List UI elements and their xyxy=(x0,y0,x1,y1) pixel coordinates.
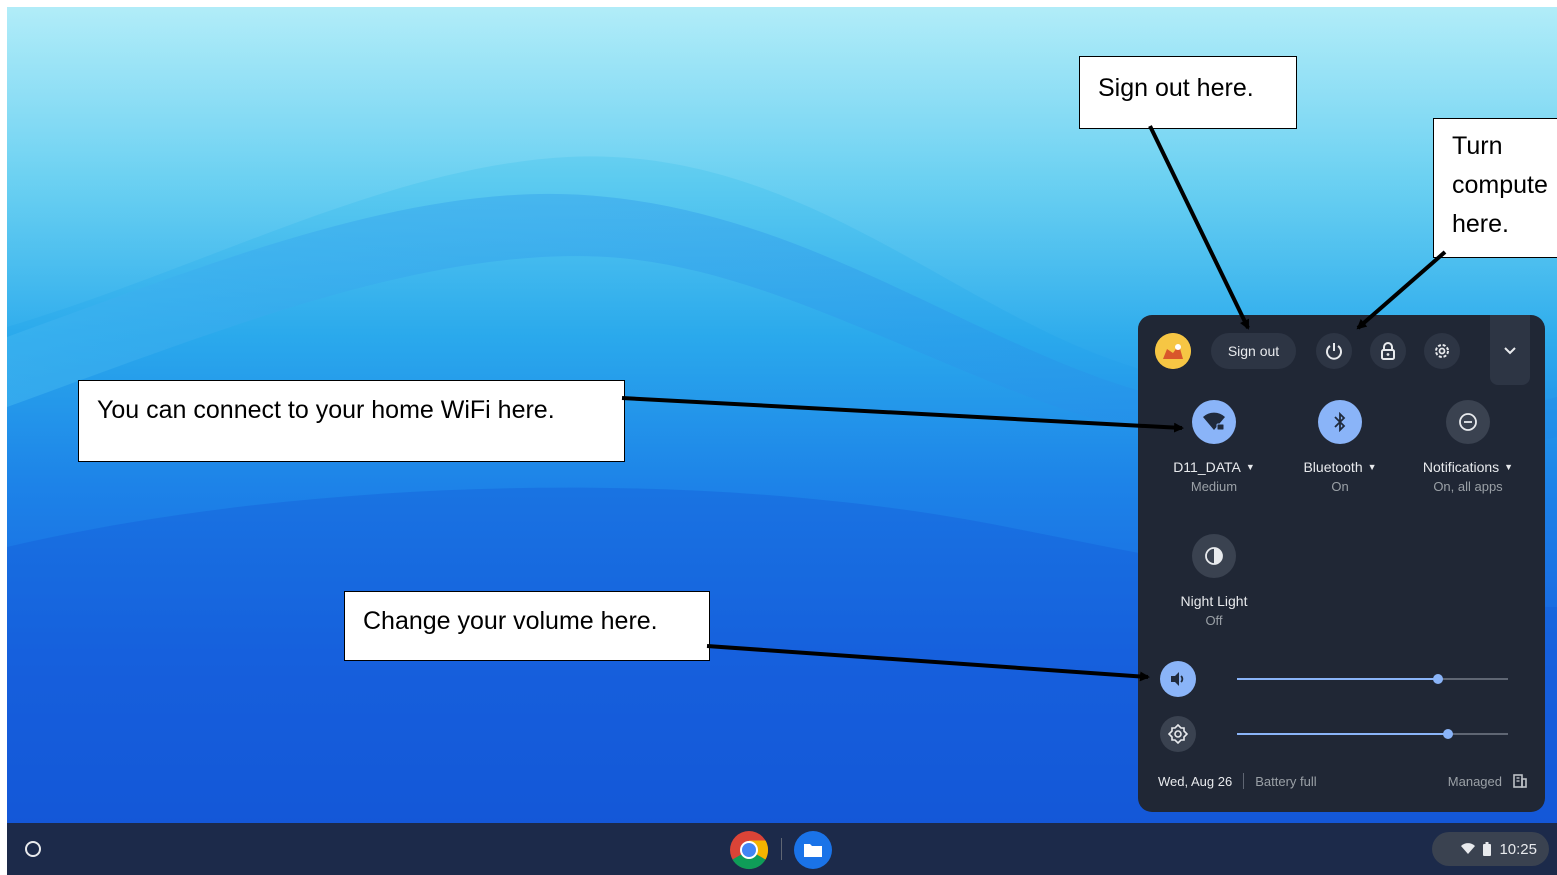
annotation-power: Turn compute here. xyxy=(1433,118,1557,258)
wifi-toggle[interactable] xyxy=(1192,400,1236,444)
date-label[interactable]: Wed, Aug 26 xyxy=(1158,774,1232,789)
tile-bluetooth-sub: On xyxy=(1331,479,1349,494)
tile-night-light[interactable]: Night Light Off xyxy=(1154,534,1274,628)
footer-divider xyxy=(1243,773,1245,789)
annotation-wifi-text: You can connect to your home WiFi here. xyxy=(97,396,555,424)
brightness-button[interactable] xyxy=(1160,716,1196,752)
power-icon xyxy=(1326,343,1342,360)
tile-notifications-sub: On, all apps xyxy=(1433,479,1503,494)
tile-wifi[interactable]: D11_DATA ▼ Medium xyxy=(1154,400,1274,494)
wifi-icon xyxy=(1461,843,1476,854)
chrome-icon xyxy=(730,831,769,870)
chevron-down-icon xyxy=(1504,347,1516,355)
volume-slider-thumb[interactable] xyxy=(1432,674,1443,684)
volume-mute-button[interactable] xyxy=(1160,661,1196,697)
chrome-app-button[interactable] xyxy=(729,830,769,870)
caret-down-icon: ▼ xyxy=(1504,462,1514,472)
caret-down-icon: ▼ xyxy=(1367,462,1377,472)
sign-out-button[interactable]: Sign out xyxy=(1211,333,1296,369)
night-light-toggle[interactable] xyxy=(1192,534,1236,578)
managed-label[interactable]: Managed xyxy=(1448,774,1502,789)
annotation-volume: Change your volume here. xyxy=(344,591,710,661)
caret-down-icon: ▼ xyxy=(1245,462,1255,472)
volume-icon xyxy=(1171,672,1184,686)
clock: 10:25 xyxy=(1499,840,1537,858)
do-not-disturb-icon xyxy=(1459,413,1477,431)
user-avatar[interactable] xyxy=(1155,333,1191,369)
tile-wifi-label[interactable]: D11_DATA ▼ xyxy=(1154,459,1274,475)
tile-night-light-sub: Off xyxy=(1205,613,1223,628)
brightness-icon xyxy=(1168,724,1188,744)
avatar-icon xyxy=(1155,333,1191,369)
annotation-sign-out-text: Sign out here. xyxy=(1098,74,1254,102)
annotation-volume-text: Change your volume here. xyxy=(363,607,658,635)
building-icon[interactable] xyxy=(1512,773,1528,789)
annotation-power-line-1: Turn xyxy=(1452,132,1503,160)
quick-settings-panel: Sign out D11_DATA ▼ Medium Bluetooth ▼ O… xyxy=(1138,315,1545,812)
files-icon xyxy=(804,844,822,857)
annotation-power-line-3: here. xyxy=(1452,210,1509,238)
tile-night-light-label[interactable]: Night Light xyxy=(1154,593,1274,609)
wifi-locked-icon xyxy=(1203,412,1225,431)
volume-slider[interactable] xyxy=(1237,674,1508,684)
annotation-wifi: You can connect to your home WiFi here. xyxy=(78,380,625,462)
bluetooth-toggle[interactable] xyxy=(1318,400,1362,444)
tile-bluetooth[interactable]: Bluetooth ▼ On xyxy=(1280,400,1400,494)
launcher-button[interactable] xyxy=(21,837,45,861)
power-button[interactable] xyxy=(1316,333,1352,369)
annotation-power-line-2: compute xyxy=(1452,171,1548,199)
night-light-icon xyxy=(1205,547,1223,565)
notifications-toggle[interactable] xyxy=(1446,400,1490,444)
quick-settings-footer: Wed, Aug 26 Battery full Managed xyxy=(1158,771,1528,791)
gear-icon xyxy=(1435,344,1449,358)
brightness-slider-fill xyxy=(1237,733,1449,735)
launcher-icon xyxy=(25,841,41,857)
volume-slider-fill xyxy=(1237,678,1438,680)
brightness-slider-thumb[interactable] xyxy=(1443,729,1454,739)
tile-notifications[interactable]: Notifications ▼ On, all apps xyxy=(1408,400,1528,494)
shelf-divider xyxy=(781,838,782,860)
lock-button[interactable] xyxy=(1370,333,1406,369)
brightness-slider[interactable] xyxy=(1237,729,1508,739)
files-app-button[interactable] xyxy=(794,831,832,869)
lock-icon xyxy=(1381,342,1395,360)
tile-notifications-label[interactable]: Notifications ▼ xyxy=(1408,459,1528,475)
status-area[interactable]: 10:25 xyxy=(1432,832,1549,866)
battery-icon xyxy=(1483,842,1492,856)
annotation-sign-out: Sign out here. xyxy=(1079,56,1297,129)
collapse-button[interactable] xyxy=(1490,315,1530,385)
settings-button[interactable] xyxy=(1424,333,1460,369)
bluetooth-icon xyxy=(1334,412,1346,432)
battery-status: Battery full xyxy=(1255,773,1317,789)
tile-bluetooth-label[interactable]: Bluetooth ▼ xyxy=(1280,459,1400,475)
shelf: 10:25 xyxy=(7,823,1557,875)
tile-wifi-sub: Medium xyxy=(1190,479,1238,494)
